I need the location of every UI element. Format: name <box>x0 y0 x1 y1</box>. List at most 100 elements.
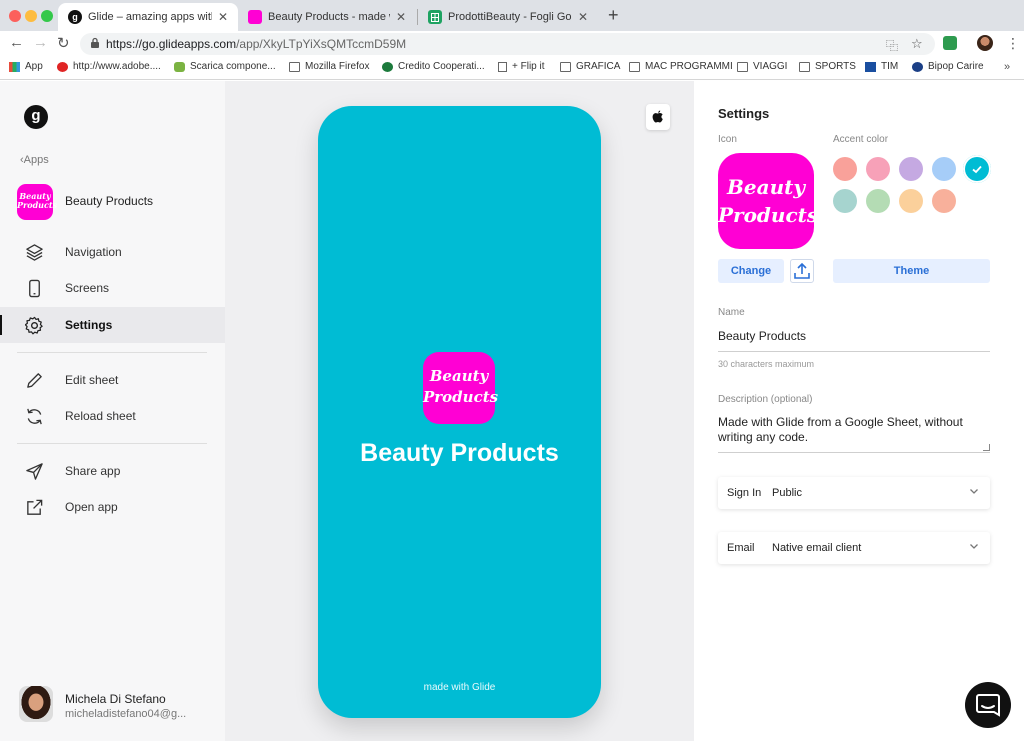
sign-in-select[interactable]: Sign In Public <box>718 477 990 509</box>
bookmark-star-icon[interactable]: ☆ <box>911 36 923 52</box>
bookmark-mac-programmi[interactable]: MAC PROGRAMMI <box>629 61 733 72</box>
email-value: Native email client <box>772 542 862 554</box>
extension-icon[interactable] <box>943 36 957 50</box>
bookmarks-bar: App http://www.adobe.... Scarica compone… <box>0 56 1024 80</box>
close-tab-icon[interactable]: ✕ <box>578 10 588 24</box>
browser-tab-sheets[interactable]: ProdottiBeauty - Fogli Google ✕ <box>418 3 598 31</box>
browser-tab-glide[interactable]: g Glide – amazing apps without c ✕ <box>58 3 238 31</box>
apple-icon <box>652 110 663 123</box>
accent-swatch[interactable] <box>932 157 956 181</box>
glide-logo[interactable]: g <box>24 105 48 129</box>
bookmark-app[interactable]: App <box>9 61 43 72</box>
sign-in-label: Sign In <box>727 487 762 499</box>
accent-swatch[interactable] <box>833 157 857 181</box>
sheets-favicon <box>428 10 442 24</box>
bookmark-flipit[interactable]: + Flip it <box>498 61 545 72</box>
bookmark-scarica[interactable]: Scarica compone... <box>174 61 276 72</box>
sidebar-divider <box>17 352 207 353</box>
send-icon <box>26 463 43 480</box>
apps-back-link[interactable]: ‹Apps <box>20 154 49 166</box>
bookmark-viaggi[interactable]: VIAGGI <box>737 61 787 72</box>
browser-tab-beauty[interactable]: Beauty Products - made with G ✕ <box>238 3 416 31</box>
close-window-button[interactable] <box>9 10 21 22</box>
accent-swatch[interactable] <box>866 189 890 213</box>
accent-swatch[interactable] <box>899 189 923 213</box>
upload-icon-button[interactable] <box>790 259 814 283</box>
bookmark-credito[interactable]: Credito Cooperati... <box>382 61 485 72</box>
bank-icon <box>382 61 393 72</box>
change-icon-button[interactable]: Change <box>718 259 784 283</box>
app-name: Beauty Products <box>65 194 154 208</box>
folder-icon <box>629 61 640 72</box>
platform-toggle-button[interactable] <box>646 104 670 130</box>
minimize-window-button[interactable] <box>25 10 37 22</box>
app-icon-preview: Beauty Products <box>718 153 818 249</box>
bookmark-bipop[interactable]: Bipop Carire <box>912 61 984 72</box>
phone-icon <box>29 279 40 298</box>
reload-page-icon[interactable]: ↻ <box>57 34 70 52</box>
description-textarea[interactable]: Made with Glide from a Google Sheet, wit… <box>718 415 990 445</box>
sidebar-item-open-app[interactable]: Open app <box>0 489 225 525</box>
bookmark-firefox[interactable]: Mozilla Firefox <box>289 61 369 72</box>
upload-icon <box>794 262 810 279</box>
browser-toolbar: ← → ↻ https://go.glideapps.com/app/XkyLT… <box>0 31 1024 56</box>
accent-swatch[interactable] <box>965 157 989 181</box>
accent-swatch[interactable] <box>833 189 857 213</box>
icon-label: Icon <box>718 134 737 145</box>
accent-swatch[interactable] <box>932 189 956 213</box>
accent-swatch[interactable] <box>866 157 890 181</box>
sidebar-item-edit-sheet[interactable]: Edit sheet <box>0 362 225 398</box>
lock-icon <box>91 37 99 48</box>
bookmark-grafica[interactable]: GRAFICA <box>560 61 620 72</box>
splash-footer: made with Glide <box>423 682 496 693</box>
phone-preview[interactable]: Beauty Products Beauty Products made wit… <box>318 106 601 718</box>
user-avatar[interactable] <box>19 686 53 722</box>
accent-swatch[interactable] <box>899 157 923 181</box>
tab-title: Glide – amazing apps without c <box>88 11 212 23</box>
close-tab-icon[interactable]: ✕ <box>218 10 228 24</box>
vivaldi-icon <box>57 61 68 72</box>
splash-logo: Beauty Products <box>423 352 498 424</box>
support-chat-button[interactable] <box>965 682 1011 728</box>
bookmark-tim[interactable]: TIM <box>865 61 898 72</box>
back-icon[interactable]: ← <box>9 34 24 51</box>
translate-icon[interactable]: ⿻ <box>886 37 898 54</box>
new-tab-icon[interactable]: + <box>608 5 619 26</box>
bookmarks-overflow-icon[interactable]: » <box>1004 61 1010 73</box>
bookmark-adobe[interactable]: http://www.adobe.... <box>57 61 161 72</box>
glide-favicon: g <box>68 10 82 24</box>
name-input[interactable]: Beauty Products <box>718 329 806 343</box>
sidebar-item-navigation[interactable]: Navigation <box>0 234 225 270</box>
close-tab-icon[interactable]: ✕ <box>396 10 406 24</box>
browser-tab-bar: g Glide – amazing apps without c ✕ Beaut… <box>0 0 1024 31</box>
settings-title: Settings <box>718 106 770 121</box>
splash-title: Beauty Products <box>360 439 559 467</box>
accent-color-label: Accent color <box>833 134 889 145</box>
forward-icon[interactable]: → <box>33 34 48 51</box>
puzzle-icon <box>174 61 185 72</box>
folder-icon <box>560 61 571 72</box>
app-logo: Beauty Products <box>17 184 57 220</box>
chat-icon <box>976 694 1000 717</box>
maximize-window-button[interactable] <box>41 10 53 22</box>
profile-avatar[interactable] <box>977 35 993 51</box>
sidebar-item-label: Reload sheet <box>65 409 136 423</box>
check-icon <box>972 165 982 174</box>
pencil-icon <box>27 373 42 388</box>
email-label: Email <box>727 542 755 554</box>
bookmark-sports[interactable]: SPORTS <box>799 61 856 72</box>
user-email: micheladistefano04@g... <box>65 708 187 720</box>
external-link-icon <box>27 499 43 515</box>
browser-menu-icon[interactable]: ⋮ <box>1006 35 1020 52</box>
sidebar-item-screens[interactable]: Screens <box>0 270 225 306</box>
sidebar: g ‹Apps Beauty Products Beauty Products … <box>0 81 225 741</box>
email-select[interactable]: Email Native email client <box>718 532 990 564</box>
page-icon <box>498 61 507 72</box>
sidebar-item-settings[interactable]: Settings <box>0 307 225 343</box>
sidebar-item-reload-sheet[interactable]: Reload sheet <box>0 398 225 434</box>
address-bar[interactable]: https://go.glideapps.com/app/XkyLTpYiXsQ… <box>80 33 935 55</box>
theme-button[interactable]: Theme <box>833 259 990 283</box>
beauty-favicon <box>248 10 262 24</box>
sidebar-item-share-app[interactable]: Share app <box>0 453 225 489</box>
textarea-resize-handle[interactable] <box>983 444 990 451</box>
